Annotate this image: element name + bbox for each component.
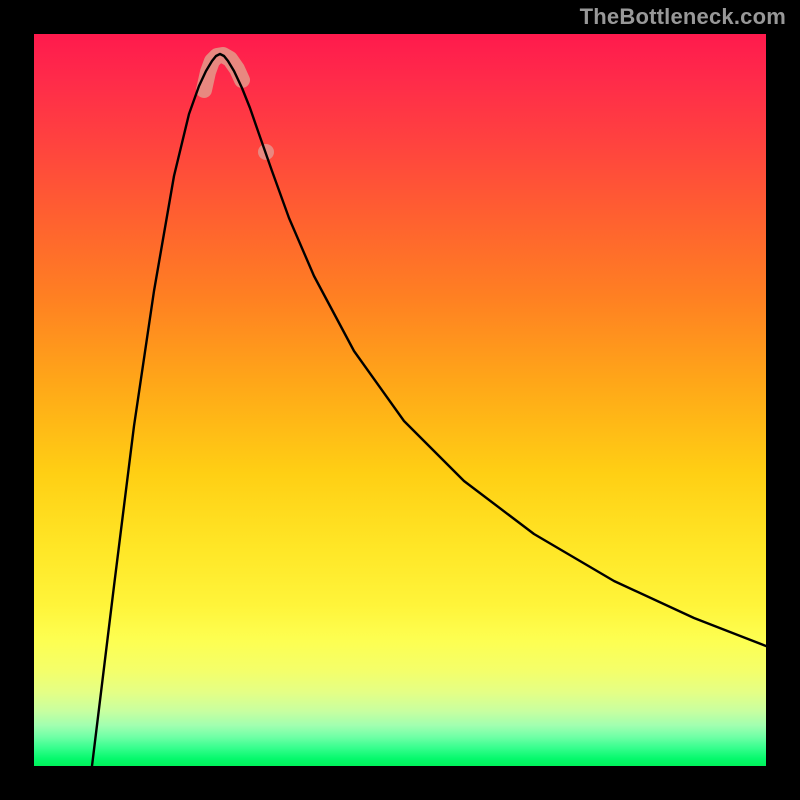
bottleneck-curve: [92, 54, 766, 766]
curve-layer: [34, 34, 766, 766]
plot-area: [34, 34, 766, 766]
highlight-marker: [204, 55, 242, 90]
chart-frame: TheBottleneck.com: [0, 0, 800, 800]
watermark-label: TheBottleneck.com: [580, 4, 786, 30]
